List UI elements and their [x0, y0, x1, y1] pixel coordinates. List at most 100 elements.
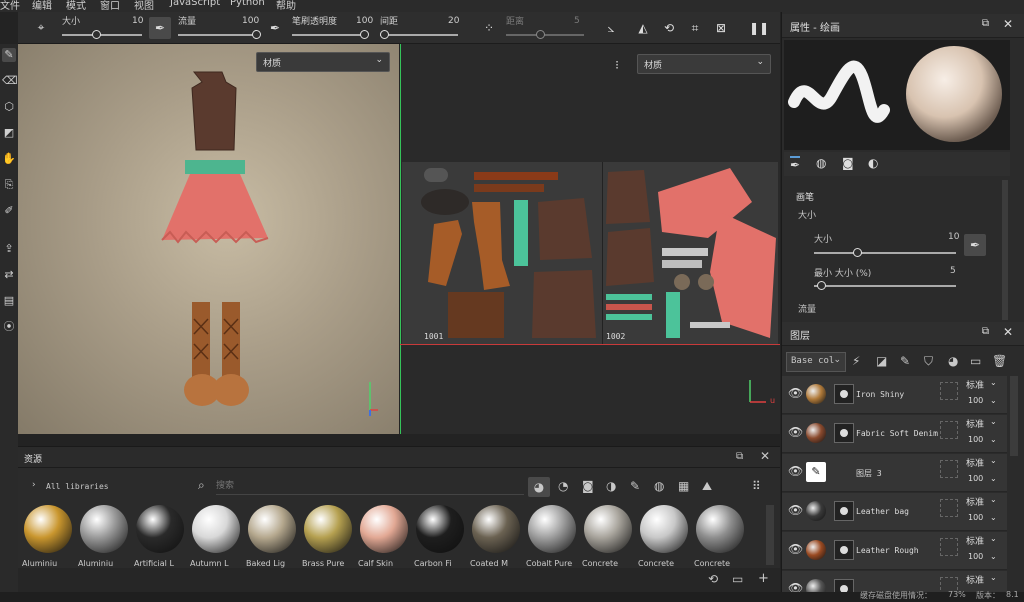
- library-selector[interactable]: All libraries: [46, 482, 109, 491]
- eye-icon[interactable]: 👁: [788, 464, 803, 478]
- folder-icon[interactable]: ▭: [970, 354, 981, 368]
- blend-mode[interactable]: 标准: [966, 495, 984, 508]
- material-thumbnail[interactable]: [584, 505, 632, 553]
- mask-thumbnail[interactable]: [834, 423, 854, 443]
- stencil-tab-icon[interactable]: ◙: [842, 156, 854, 170]
- material-thumbnail[interactable]: [360, 505, 408, 553]
- brush-size-slider[interactable]: [814, 252, 956, 254]
- stroke-opacity-slider[interactable]: [292, 34, 364, 36]
- blend-mode[interactable]: 标准: [966, 456, 984, 469]
- line-mode-icon[interactable]: ⟲: [658, 17, 680, 39]
- close-icon[interactable]: ✕: [760, 449, 770, 463]
- menu-view[interactable]: 视图: [134, 0, 154, 12]
- environments-filter-icon[interactable]: ⛰: [702, 479, 712, 494]
- size-slider[interactable]: [62, 34, 142, 36]
- mask-thumbnail[interactable]: [834, 540, 854, 560]
- mask-thumbnail[interactable]: [834, 384, 854, 404]
- alphas-filter-icon[interactable]: ▦: [678, 479, 689, 493]
- material-thumbnail[interactable]: [472, 505, 520, 553]
- brush-tab-icon[interactable]: ✒: [790, 156, 801, 172]
- layer-opacity[interactable]: 100: [968, 513, 983, 522]
- viewport-3d[interactable]: 材质 ⌄: [18, 44, 399, 434]
- pause-icon[interactable]: ❚❚: [748, 17, 770, 39]
- blend-mode[interactable]: 标准: [966, 534, 984, 547]
- backface-icon[interactable]: ⊠: [710, 17, 732, 39]
- eraser-tool-icon[interactable]: ⌫: [2, 74, 18, 88]
- material-thumbnail[interactable]: [248, 505, 296, 553]
- paint-brush-tool-icon[interactable]: ✎: [2, 48, 16, 62]
- stroke-opacity-slider-handle[interactable]: [360, 30, 369, 39]
- menu-javascript[interactable]: JavaScript: [170, 0, 220, 8]
- close-icon[interactable]: ✕: [1003, 17, 1013, 31]
- eye-icon[interactable]: 👁: [788, 425, 803, 439]
- paint-layer-icon[interactable]: ✎: [900, 354, 910, 368]
- add-icon[interactable]: +: [758, 571, 769, 586]
- size-slider-handle[interactable]: [91, 30, 101, 39]
- layer-mask-slot[interactable]: [940, 460, 958, 478]
- uv-display-options-icon[interactable]: ⁝: [606, 54, 628, 76]
- angle-icon[interactable]: ⦣: [600, 17, 622, 39]
- material-thumbnail[interactable]: [136, 505, 184, 553]
- layer-row[interactable]: 👁 ✎ 图层 3 标准 100 ⌄ ⌄: [782, 454, 1007, 492]
- crosshair-icon[interactable]: ⌖: [30, 16, 52, 38]
- menu-file[interactable]: 文件: [0, 0, 20, 12]
- material-thumbnail[interactable]: [416, 505, 464, 553]
- layer-mask-slot[interactable]: [940, 499, 958, 517]
- pen-pressure-icon[interactable]: ✒: [964, 234, 986, 256]
- float-panel-icon[interactable]: ⧉: [982, 18, 989, 29]
- distance-slider[interactable]: [506, 34, 584, 36]
- textures-filter-icon[interactable]: ◍: [654, 479, 664, 493]
- material-tab-icon[interactable]: ◍: [816, 156, 826, 170]
- export-tool-icon[interactable]: ⇄: [2, 268, 16, 282]
- material-thumbnail[interactable]: [24, 505, 72, 553]
- close-icon[interactable]: ✕: [1003, 325, 1013, 339]
- material-thumbnail[interactable]: [528, 505, 576, 553]
- bake-tool-icon[interactable]: ⇪: [2, 242, 16, 256]
- blend-mode[interactable]: 标准: [966, 378, 984, 391]
- projection-tool-icon[interactable]: ⬡: [2, 100, 16, 114]
- float-panel-icon[interactable]: ⧉: [982, 326, 989, 337]
- fill-bucket-icon[interactable]: ⛉: [924, 354, 933, 369]
- min-size-slider[interactable]: [814, 285, 956, 287]
- eye-icon[interactable]: 👁: [788, 386, 803, 400]
- layer-row[interactable]: 👁 Leather Rough 标准 100 ⌄ ⌄: [782, 532, 1007, 570]
- chevron-right-icon[interactable]: ›: [32, 480, 36, 490]
- polygon-fill-tool-icon[interactable]: ◩: [2, 126, 16, 140]
- render-tool-icon[interactable]: ⦿: [2, 320, 16, 334]
- smudge-tool-icon[interactable]: ✋: [2, 152, 16, 166]
- brushes-filter-icon[interactable]: ✎: [630, 479, 640, 493]
- properties-scrollbar[interactable]: [1002, 180, 1008, 320]
- material-thumbnail[interactable]: [192, 505, 240, 553]
- viewport-2d-material-dropdown[interactable]: 材质 ⌄: [637, 54, 771, 74]
- fill-layer-icon[interactable]: ⚡: [852, 354, 860, 368]
- layer-row[interactable]: 👁 Fabric Soft Denim 标准 100 ⌄ ⌄: [782, 415, 1007, 453]
- refresh-icon[interactable]: ⟲: [708, 572, 718, 586]
- distance-slider-handle[interactable]: [536, 30, 545, 39]
- menu-help[interactable]: 帮助: [276, 0, 296, 12]
- menu-edit[interactable]: 编辑: [32, 0, 52, 12]
- eye-icon[interactable]: 👁: [788, 503, 803, 517]
- clone-tool-icon[interactable]: ⎘: [2, 178, 16, 192]
- texture-tool-icon[interactable]: ▤: [2, 294, 16, 308]
- grid-view-icon[interactable]: ⠿: [752, 479, 761, 493]
- generators-filter-icon[interactable]: ◑: [606, 479, 616, 493]
- effects-icon[interactable]: ◕: [948, 354, 958, 368]
- mask-thumbnail[interactable]: [834, 501, 854, 521]
- layer-mask-slot[interactable]: [940, 421, 958, 439]
- import-folder-icon[interactable]: ▭: [732, 572, 743, 586]
- layer-opacity[interactable]: 100: [968, 474, 983, 483]
- eye-icon[interactable]: 👁: [788, 542, 803, 556]
- masks-filter-icon[interactable]: ◙: [582, 479, 594, 493]
- blend-mode[interactable]: 标准: [966, 573, 984, 586]
- layer-opacity[interactable]: 100: [968, 435, 983, 444]
- min-size-slider-handle[interactable]: [817, 281, 827, 290]
- trash-icon[interactable]: 🗑: [992, 354, 1007, 368]
- material-thumbnail[interactable]: [696, 505, 744, 553]
- layer-opacity[interactable]: 100: [968, 552, 983, 561]
- size-pressure-icon[interactable]: ✒: [149, 17, 171, 39]
- flow-pressure-icon[interactable]: ✒: [264, 17, 286, 39]
- layer-mask-slot[interactable]: [940, 382, 958, 400]
- color-picker-tool-icon[interactable]: ✐: [2, 204, 16, 218]
- layer-row[interactable]: 👁 Iron Shiny 标准 100 ⌄ ⌄: [782, 376, 1007, 414]
- float-panel-icon[interactable]: ⧉: [736, 451, 743, 462]
